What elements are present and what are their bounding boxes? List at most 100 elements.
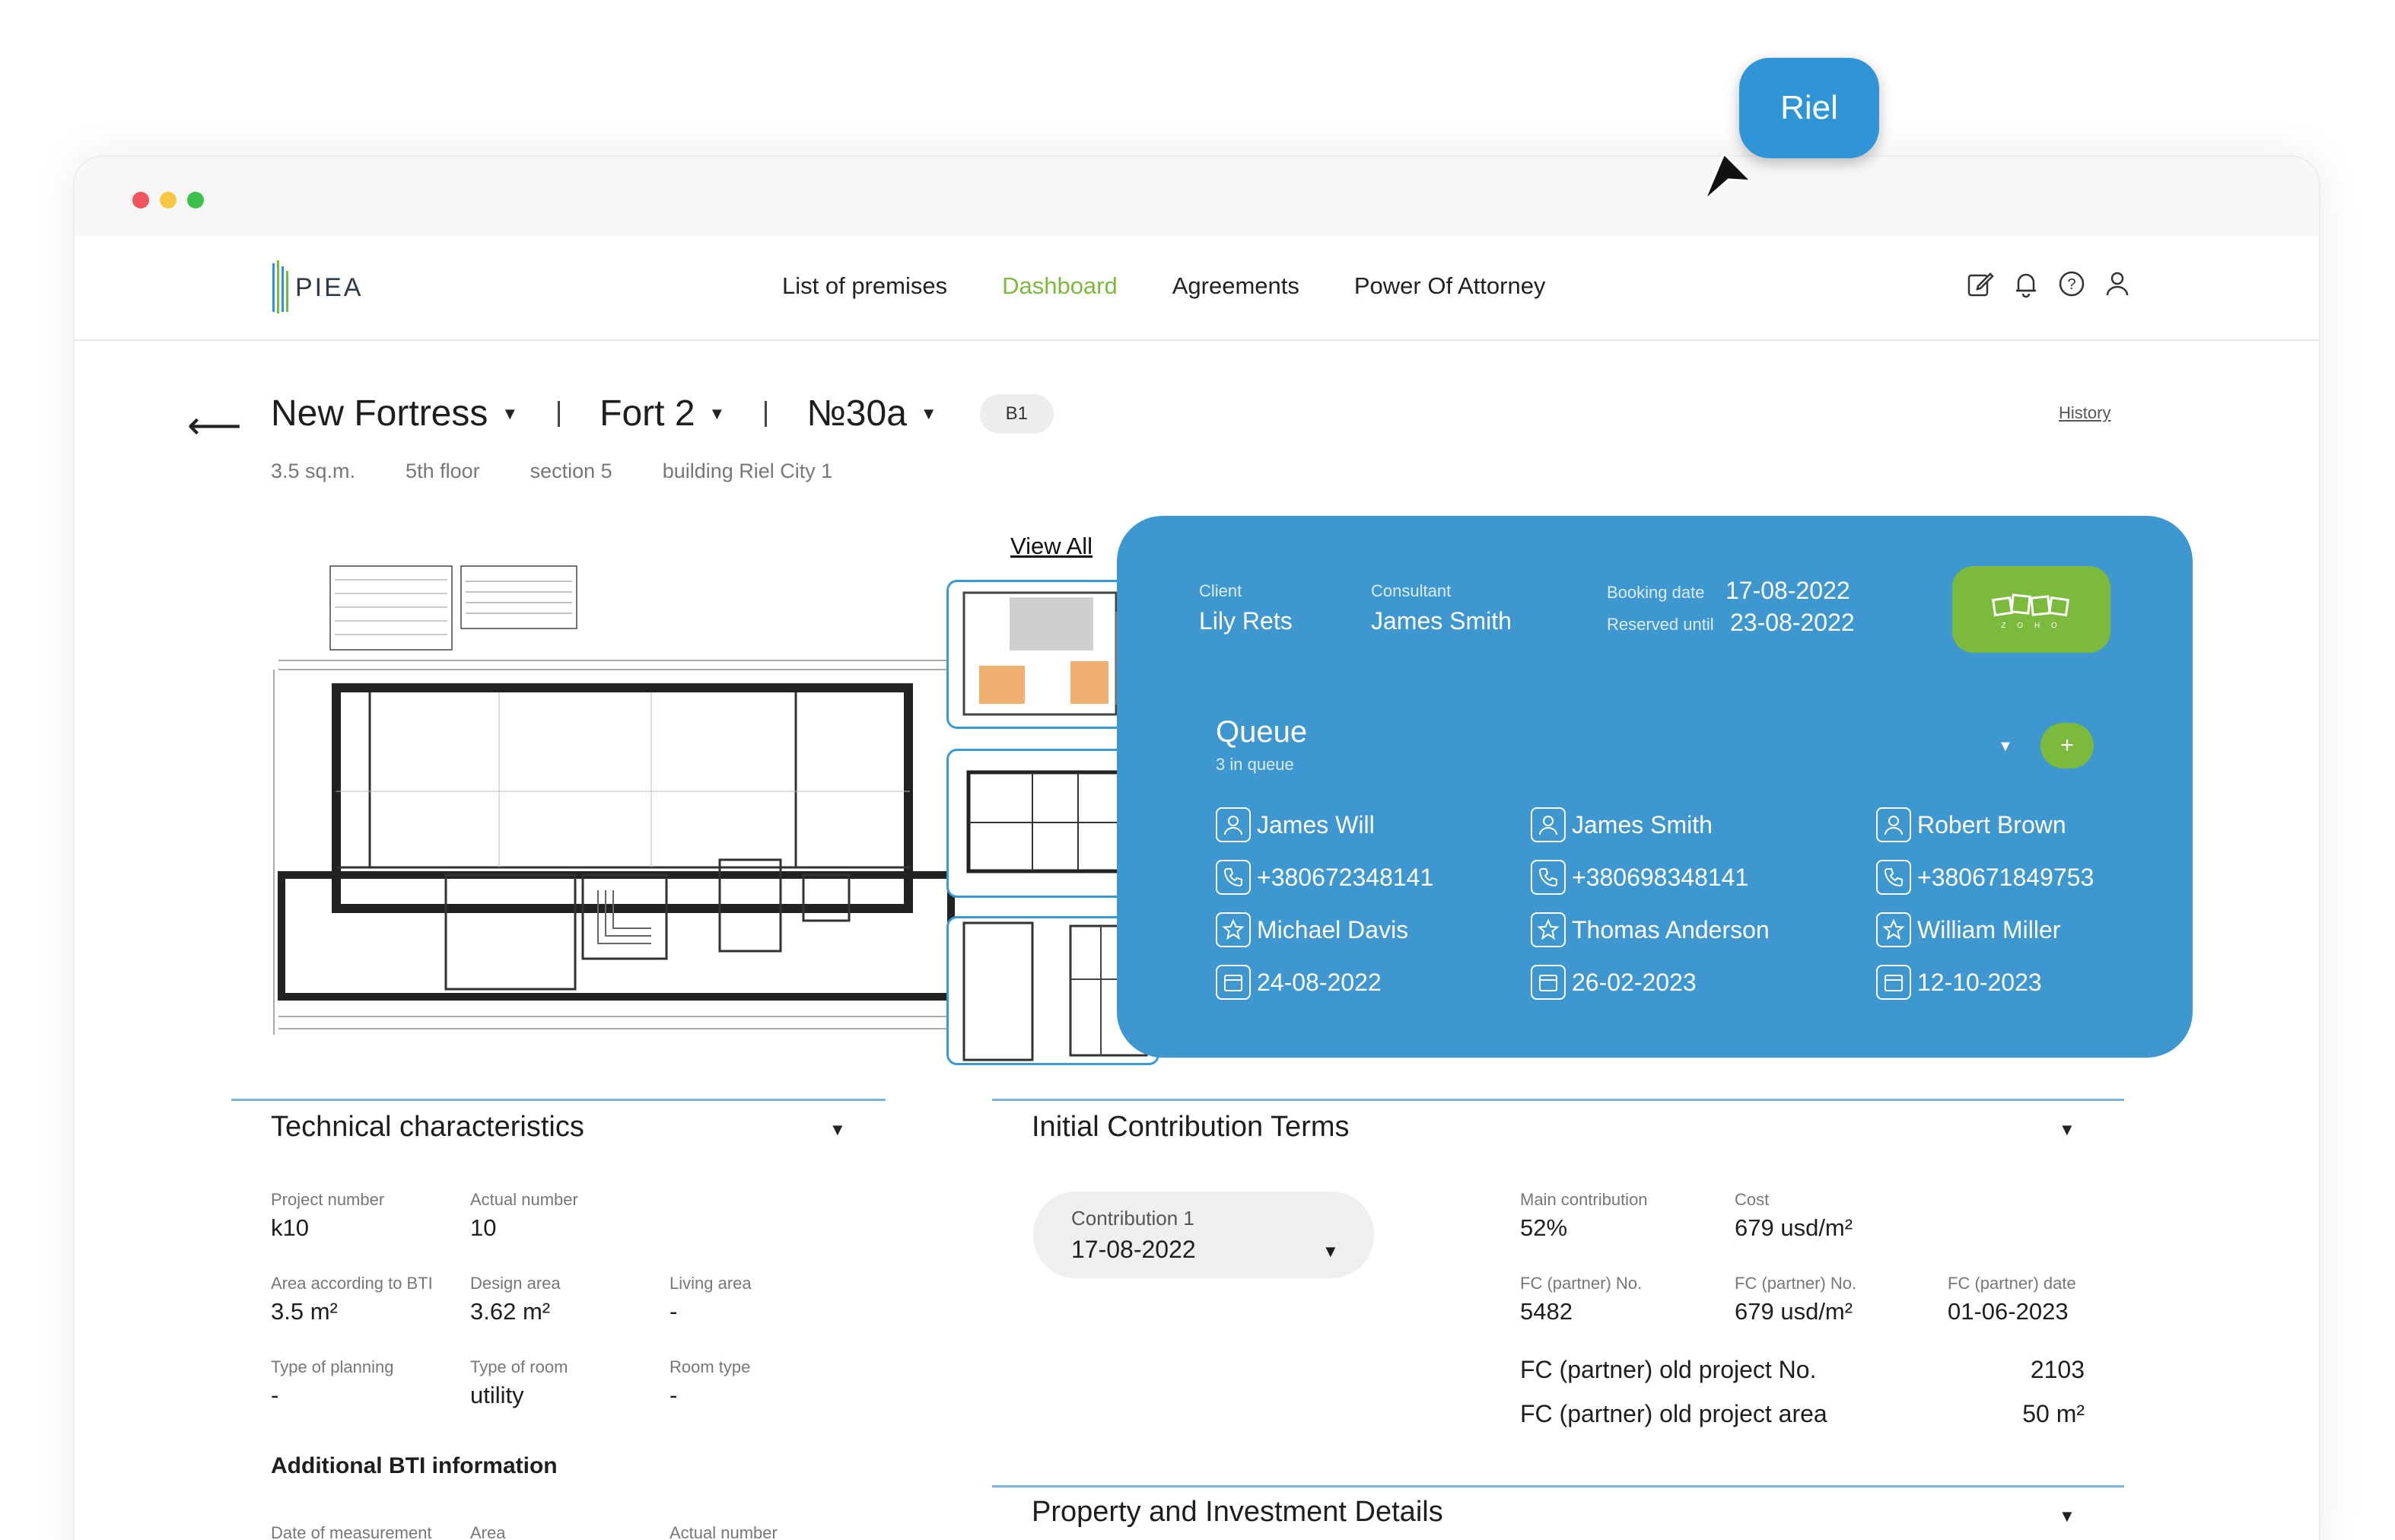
- field-label: Main contribution: [1520, 1190, 1648, 1209]
- meta-floor: 5th floor: [406, 460, 480, 482]
- crumb-building[interactable]: Fort 2 ▼: [600, 393, 725, 434]
- queue-date-text: 26-02-2023: [1572, 968, 1697, 996]
- premise-meta: 3.5 sq.m. 5th floor section 5 building R…: [271, 460, 832, 483]
- booking-date: 17-08-2022: [1725, 577, 1850, 604]
- field-label: Living area: [670, 1274, 752, 1293]
- queue-entry-agent[interactable]: Michael Davis: [1216, 912, 1433, 948]
- queue-entry-name[interactable]: James Will: [1216, 807, 1433, 843]
- header-actions: ?: [1966, 269, 2132, 298]
- property-title[interactable]: Property and Investment Details: [1032, 1496, 1443, 1529]
- meta-section: section 5: [530, 460, 612, 482]
- add-to-queue-button[interactable]: +: [2040, 723, 2094, 768]
- field-label: Cost: [1735, 1190, 1770, 1209]
- nav-list-of-premises[interactable]: List of premises: [782, 272, 947, 300]
- queue-phone-text: +380671849753: [1917, 863, 2094, 891]
- queue-entry-phone[interactable]: +380672348141: [1216, 859, 1433, 896]
- queue-date-text: 24-08-2022: [1257, 968, 1382, 996]
- star-icon: [1216, 912, 1251, 947]
- logo[interactable]: PIEA: [271, 260, 363, 315]
- field-value: 679 usd/m²: [1735, 1298, 1853, 1325]
- field-value: k10: [271, 1214, 309, 1241]
- old-project-no-value: 2103: [2030, 1356, 2085, 1383]
- calendar-icon: [1216, 965, 1251, 1000]
- client-label: Client: [1199, 581, 1242, 600]
- zoho-logo-icon: [1992, 593, 2069, 616]
- old-project-no-label: FC (partner) old project No.: [1520, 1356, 1817, 1383]
- section-divider: [992, 1099, 2124, 1101]
- edit-icon[interactable]: [1966, 269, 1995, 298]
- phone-icon: [1876, 860, 1911, 895]
- field-value: 3.5 m²: [271, 1298, 338, 1325]
- queue-entry-date[interactable]: 12-10-2023: [1876, 964, 2094, 1001]
- help-icon[interactable]: ?: [2057, 269, 2086, 298]
- field-label: Design area: [470, 1274, 561, 1293]
- nav-dashboard[interactable]: Dashboard: [1002, 272, 1118, 300]
- person-icon: [1876, 807, 1911, 842]
- divider: [765, 400, 768, 427]
- queue-entry-agent[interactable]: Thomas Anderson: [1531, 912, 1770, 948]
- nav-agreements[interactable]: Agreements: [1172, 272, 1299, 300]
- queue-name-text: Robert Brown: [1917, 810, 2066, 838]
- contribution-select[interactable]: Contribution 1 17-08-2022 ▼: [1033, 1192, 1374, 1278]
- contribution-select-value: 17-08-2022: [1071, 1236, 1196, 1263]
- divider: [558, 400, 561, 427]
- queue-entry-date[interactable]: 24-08-2022: [1216, 964, 1433, 1001]
- field-value: -: [271, 1382, 279, 1408]
- queue-agent-text: Michael Davis: [1257, 915, 1409, 943]
- technical-title[interactable]: Technical characteristics: [271, 1111, 584, 1144]
- field-label: Actual number: [470, 1190, 578, 1209]
- field-value: 01-06-2023: [1948, 1298, 2069, 1325]
- queue-entry-name[interactable]: Robert Brown: [1876, 807, 2094, 843]
- bell-icon[interactable]: [2012, 269, 2040, 298]
- crumb-premise[interactable]: №30a ▼: [806, 393, 937, 434]
- queue-count: 3 in queue: [1216, 755, 1294, 774]
- person-icon: [1216, 807, 1251, 842]
- history-link[interactable]: History: [2059, 403, 2110, 423]
- back-arrow-icon[interactable]: ⟵: [187, 403, 242, 447]
- user-icon[interactable]: [2103, 269, 2132, 298]
- queue-date-text: 12-10-2023: [1917, 968, 2042, 996]
- field-value: 679 usd/m²: [1735, 1214, 1853, 1241]
- queue-entry-name[interactable]: James Smith: [1531, 807, 1770, 843]
- booking-panel: Client Lily Rets Consultant James Smith …: [1117, 516, 2193, 1058]
- queue-dropdown-icon[interactable]: ▼: [1998, 738, 2013, 756]
- crumb-building-label: Fort 2: [600, 393, 695, 434]
- chevron-down-icon: ▼: [920, 403, 937, 423]
- minimize-window-button[interactable]: [160, 192, 177, 208]
- queue-phone-text: +380672348141: [1257, 863, 1434, 891]
- queue-agent-text: Thomas Anderson: [1572, 915, 1770, 943]
- chevron-down-icon[interactable]: ▼: [2059, 1120, 2075, 1140]
- zoho-button[interactable]: Z O H O: [1952, 566, 2110, 653]
- field-label: FC (partner) No.: [1735, 1274, 1857, 1293]
- field-label: Actual number: [670, 1523, 778, 1540]
- booking-date-label: Booking date: [1607, 583, 1705, 602]
- client-name[interactable]: Lily Rets: [1199, 607, 1293, 635]
- reserved-until-date: 23-08-2022: [1730, 609, 1855, 636]
- view-all-link[interactable]: View All: [1010, 533, 1093, 560]
- field-value: 5482: [1520, 1298, 1573, 1325]
- queue-entry: Robert Brown +380671849753 William Mille…: [1876, 807, 2094, 1017]
- floor-plan-image[interactable]: [271, 563, 971, 1050]
- contribution-title[interactable]: Initial Contribution Terms: [1032, 1111, 1349, 1144]
- consultant-name[interactable]: James Smith: [1371, 607, 1512, 635]
- zoho-label: Z O H O: [2001, 621, 2062, 630]
- main-nav: List of premises Dashboard Agreements Po…: [782, 272, 1545, 300]
- queue-entry-agent[interactable]: William Miller: [1876, 912, 2094, 948]
- chevron-down-icon[interactable]: ▼: [829, 1120, 846, 1140]
- collaborator-cursor-label: Riel: [1739, 58, 1879, 158]
- crumb-complex[interactable]: New Fortress ▼: [271, 393, 518, 434]
- calendar-icon: [1531, 965, 1566, 1000]
- queue-entry-date[interactable]: 26-02-2023: [1531, 964, 1770, 1001]
- queue-entry-phone[interactable]: +380698348141: [1531, 859, 1770, 896]
- queue-name-text: James Smith: [1572, 810, 1713, 838]
- close-window-button[interactable]: [132, 192, 149, 208]
- crumb-premise-label: №30a: [806, 393, 907, 434]
- meta-building: building Riel City 1: [662, 460, 833, 482]
- queue-entry-phone[interactable]: +380671849753: [1876, 859, 2094, 896]
- queue-name-text: James Will: [1257, 810, 1375, 838]
- field-value: 10: [470, 1214, 497, 1241]
- maximize-window-button[interactable]: [187, 192, 204, 208]
- chevron-down-icon[interactable]: ▼: [2059, 1507, 2075, 1526]
- field-value: utility: [470, 1382, 524, 1408]
- nav-power-of-attorney[interactable]: Power Of Attorney: [1354, 272, 1546, 300]
